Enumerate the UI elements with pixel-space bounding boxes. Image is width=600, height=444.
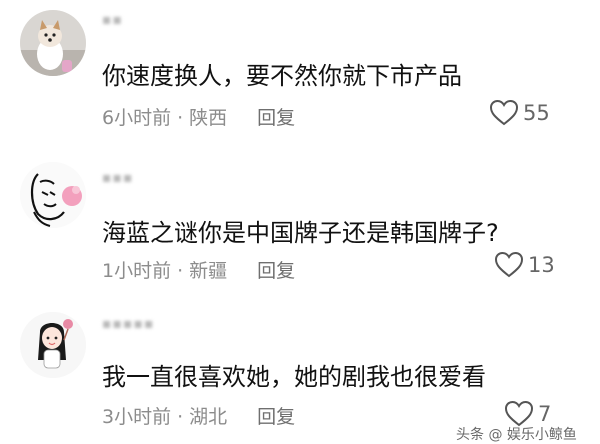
username[interactable]: ▪▪▪ [102, 170, 133, 186]
sketch-face-avatar[interactable] [20, 162, 86, 228]
reply-button[interactable]: 回复 [257, 260, 295, 282]
comment-time: 3小时前 [102, 406, 172, 428]
watermark: 头条 @ 娱乐小鲸鱼 [456, 427, 577, 443]
cartoon-girl-avatar[interactable] [20, 312, 86, 378]
comment-text: 海蓝之谜你是中国牌子还是韩国牌子? [102, 219, 499, 247]
heart-icon [494, 251, 524, 278]
separator: · [177, 107, 184, 129]
like-button[interactable]: 13 [494, 251, 555, 278]
like-button[interactable]: 55 [489, 99, 550, 126]
comment-time: 1小时前 [102, 260, 172, 282]
comment-location: 湖北 [189, 406, 228, 428]
comment-location: 新疆 [189, 260, 228, 282]
separator: · [177, 260, 184, 282]
comment-meta: 3小时前 · 湖北 回复 [102, 402, 295, 429]
comment-item: ▪▪▪ 海蓝之谜你是中国牌子还是韩国牌子? 1小时前 · 新疆 回复 13 [0, 150, 600, 290]
reply-button[interactable]: 回复 [257, 406, 295, 428]
like-count: 7 [538, 401, 552, 426]
heart-icon [504, 400, 534, 427]
reply-button[interactable]: 回复 [257, 107, 295, 129]
comment-meta: 6小时前 · 陕西 回复 [102, 103, 295, 130]
comment-text: 你速度换人，要不然你就下市产品 [102, 62, 462, 90]
like-button[interactable]: 7 [504, 400, 551, 427]
like-count: 13 [528, 252, 555, 277]
username[interactable]: ▪▪ [102, 12, 123, 28]
like-count: 55 [523, 100, 550, 125]
comment-time: 6小时前 [102, 107, 172, 129]
separator: · [177, 406, 184, 428]
comment-location: 陕西 [189, 107, 228, 129]
comment-item: ▪▪▪▪▪ 我一直很喜欢她，她的剧我也很爱看 3小时前 · 湖北 回复 7 [0, 300, 600, 437]
dog-avatar[interactable] [20, 10, 86, 76]
comment-item: ▪▪ 你速度换人，要不然你就下市产品 6小时前 · 陕西 回复 55 [0, 0, 600, 140]
comment-meta: 1小时前 · 新疆 回复 [102, 256, 295, 283]
comment-text: 我一直很喜欢她，她的剧我也很爱看 [102, 363, 486, 391]
heart-icon [489, 99, 519, 126]
username[interactable]: ▪▪▪▪▪ [102, 316, 154, 332]
